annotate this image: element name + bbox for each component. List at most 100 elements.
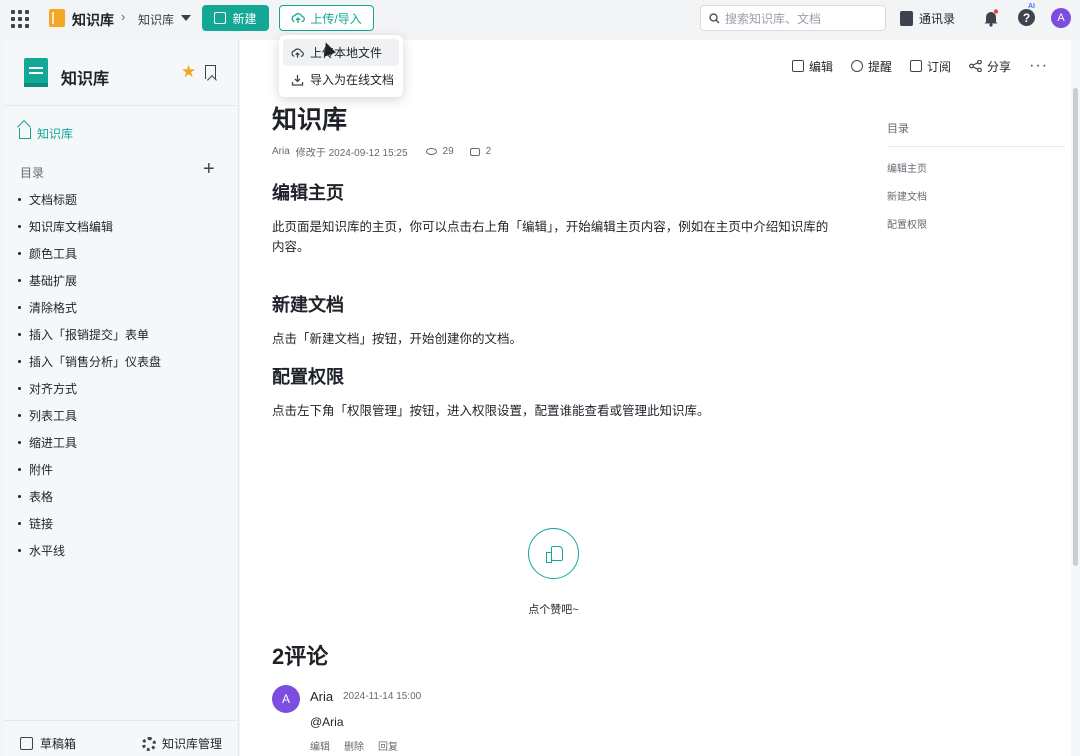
app-title[interactable]: 知识库: [72, 10, 114, 30]
doc-toolbar: 编辑 提醒 订阅 分享 ···: [792, 57, 1048, 75]
search-input[interactable]: 搜索知识库、文档: [700, 5, 886, 31]
apps-grid-icon[interactable]: [9, 8, 29, 28]
help-icon[interactable]: ?: [1018, 9, 1035, 26]
toc-item[interactable]: 附件: [18, 456, 161, 483]
knowledge-book-icon: [24, 58, 48, 87]
bookmark-icon: [910, 60, 923, 72]
drafts-icon: [20, 737, 33, 750]
comment-delete-link[interactable]: 删除: [344, 738, 364, 753]
outline-title: 目录: [887, 120, 1065, 147]
upload-button-label: 上传/导入: [310, 11, 362, 26]
comment-time: 2024-11-14 15:00: [343, 691, 422, 702]
at-icon: [851, 60, 864, 72]
sidebar-home-link[interactable]: 知识库: [19, 125, 73, 142]
page-title: 知识库: [272, 106, 348, 134]
toc-item[interactable]: 颜色工具: [18, 240, 161, 267]
sidebar-title: 知识库: [61, 71, 110, 88]
thumbs-up-icon: [545, 546, 563, 563]
sidebar-footer: 草稿箱 知识库管理: [4, 720, 239, 756]
comments-title: 2评论: [272, 644, 329, 669]
doc-section: 新建文档 点击「新建文档」按钮，开始创建你的文档。: [272, 291, 832, 349]
outline-item[interactable]: 新建文档: [887, 188, 1065, 203]
cloud-upload-icon: [291, 13, 306, 23]
toc-item[interactable]: 插入「销售分析」仪表盘: [18, 348, 161, 375]
drafts-label: 草稿箱: [40, 737, 77, 751]
sidebar: 知识库 ★ 知识库 目录 + 文档标题 知识库文档编辑 颜色工具 基础扩展 清除…: [4, 40, 239, 756]
new-button[interactable]: 新建: [202, 5, 269, 31]
bookmark-icon[interactable]: [205, 65, 216, 79]
eye-icon: [425, 148, 437, 155]
edit-icon: [792, 60, 804, 72]
doc-section: 配置权限 点击左下角「权限管理」按钮，进入权限设置，配置谁能查看或管理此知识库。: [272, 363, 832, 421]
star-icon[interactable]: ★: [181, 62, 196, 82]
comment-avatar[interactable]: A: [272, 685, 300, 713]
view-count: 29: [442, 146, 454, 157]
comment-icon: [469, 147, 480, 156]
like-prompt: 点个赞吧~: [528, 604, 579, 616]
knowledge-base-logo-icon: [49, 9, 65, 27]
more-icon[interactable]: ···: [1029, 57, 1048, 75]
comment-reply-link[interactable]: 回复: [378, 738, 398, 753]
doc-section: 编辑主页 此页面是知识库的主页，你可以点击右上角「编辑」，开始编辑主页内容，例如…: [272, 179, 832, 257]
outline-panel: 目录 编辑主页 新建文档 配置权限: [887, 120, 1065, 231]
upload-import-button[interactable]: 上传/导入: [279, 5, 374, 31]
drafts-button[interactable]: 草稿箱: [20, 735, 76, 752]
comment-author[interactable]: Aria: [310, 689, 333, 704]
toc-item[interactable]: 水平线: [18, 537, 161, 564]
comment-edit-link[interactable]: 编辑: [310, 738, 330, 753]
contacts-label: 通讯录: [919, 12, 956, 26]
chevron-right-icon: ›: [121, 9, 126, 24]
user-avatar[interactable]: A: [1051, 8, 1071, 28]
toc-item[interactable]: 表格: [18, 483, 161, 510]
menu-item-upload-local[interactable]: 上传本地文件: [283, 39, 399, 66]
bell-icon[interactable]: [983, 9, 999, 27]
toc-item[interactable]: 知识库文档编辑: [18, 213, 161, 240]
caret-down-icon[interactable]: [181, 15, 191, 21]
toc-item[interactable]: 链接: [18, 510, 161, 537]
contacts-button[interactable]: 通讯录: [900, 10, 955, 27]
toc-label: 目录: [20, 166, 45, 180]
subscribe-button[interactable]: 订阅: [910, 58, 951, 75]
gear-icon: [142, 736, 156, 751]
scrollbar-thumb[interactable]: [1073, 88, 1078, 566]
section-heading: 新建文档: [272, 295, 344, 315]
breadcrumb-kb[interactable]: 知识库: [138, 11, 174, 28]
search-icon: [709, 12, 720, 23]
home-icon: [19, 128, 31, 139]
ai-badge: AI: [1028, 3, 1035, 10]
doc-author[interactable]: Aria: [272, 146, 290, 157]
outline-item[interactable]: 编辑主页: [887, 160, 1065, 175]
new-button-label: 新建: [232, 11, 257, 26]
search-placeholder: 搜索知识库、文档: [725, 11, 822, 26]
toc-item[interactable]: 缩进工具: [18, 429, 161, 456]
doc-meta: Aria 修改于 2024-09-12 15:25 29 2: [272, 144, 491, 159]
sidebar-header: 知识库 ★: [4, 40, 239, 106]
toc-item[interactable]: 清除格式: [18, 294, 161, 321]
edit-button[interactable]: 编辑: [792, 58, 833, 75]
comment-actions: 编辑 删除 回复: [310, 738, 398, 753]
section-body: 点击左下角「权限管理」按钮，进入权限设置，配置谁能查看或管理此知识库。: [272, 404, 710, 418]
scrollbar[interactable]: [1071, 40, 1080, 756]
like-button[interactable]: [528, 528, 579, 579]
share-button[interactable]: 分享: [969, 58, 1011, 75]
toc-item[interactable]: 对齐方式: [18, 375, 161, 402]
toc-item[interactable]: 插入「报销提交」表单: [18, 321, 161, 348]
doc-modified: 修改于 2024-09-12 15:25: [295, 148, 408, 159]
section-heading: 配置权限: [272, 367, 344, 387]
menu-item-import-online[interactable]: 导入为在线文档: [283, 66, 399, 93]
section-heading: 编辑主页: [272, 183, 344, 203]
comment-count: 2: [485, 146, 492, 157]
outline-item[interactable]: 配置权限: [887, 216, 1065, 231]
toc-item[interactable]: 列表工具: [18, 402, 161, 429]
import-icon: [291, 74, 304, 86]
sidebar-home-label: 知识库: [37, 127, 74, 141]
top-bar: 知识库 › 知识库 新建 上传/导入 搜索知识库、文档 通讯录 ? AI A: [0, 0, 1080, 36]
toc-list: 文档标题 知识库文档编辑 颜色工具 基础扩展 清除格式 插入「报销提交」表单 插…: [18, 186, 161, 564]
section-body: 此页面是知识库的主页，你可以点击右上角「编辑」，开始编辑主页内容，例如在主页中介…: [272, 220, 829, 254]
toc-item[interactable]: 基础扩展: [18, 267, 161, 294]
kb-manage-button[interactable]: 知识库管理: [142, 735, 222, 752]
cloud-upload-icon: [291, 47, 304, 58]
remind-button[interactable]: 提醒: [851, 58, 892, 75]
toc-item[interactable]: 文档标题: [18, 186, 161, 213]
add-icon[interactable]: +: [203, 159, 215, 179]
